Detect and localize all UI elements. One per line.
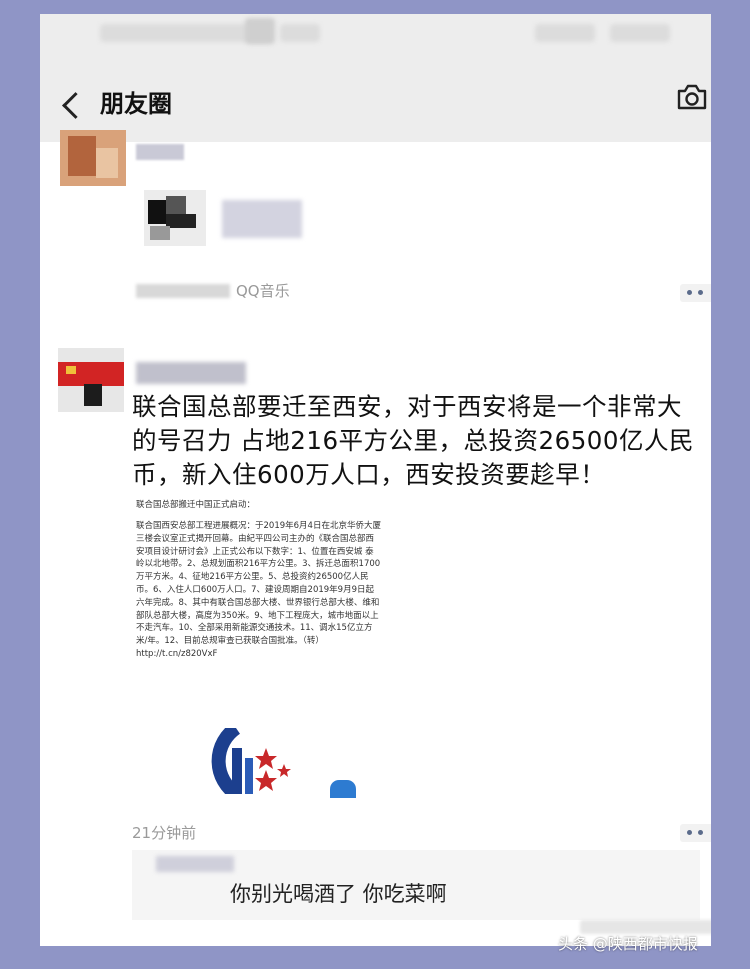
username-blurred <box>136 362 246 384</box>
post-time: 21分钟前 <box>132 824 197 842</box>
forward-badge-icon <box>330 780 356 798</box>
image-title: 联合国总部搬迁中国正式启动： <box>136 500 256 510</box>
music-card-title-blurred <box>222 200 302 238</box>
avatar[interactable] <box>58 348 124 412</box>
back-arrow-icon[interactable] <box>62 92 89 119</box>
navigation-bar: 朋友圈 <box>40 54 711 142</box>
page-title: 朋友圈 <box>100 90 172 118</box>
commenter-name-blurred <box>156 856 234 872</box>
post-time-blurred <box>136 284 230 298</box>
logo-icon <box>211 728 291 794</box>
username-blurred <box>136 144 184 160</box>
avatar[interactable] <box>60 130 126 186</box>
watermark-text: 头条 @陕西都市快报 <box>558 935 698 953</box>
more-options-button[interactable] <box>680 284 711 302</box>
status-bar <box>40 14 711 54</box>
post-text: 联合国总部要迁至西安，对于西安将是一个非常大的号召力 占地216平方公里，总投资… <box>132 392 694 489</box>
watermark-faint <box>580 920 711 934</box>
music-card-thumbnail[interactable] <box>144 190 206 246</box>
post-source[interactable]: QQ音乐 <box>236 280 290 301</box>
camera-icon[interactable] <box>675 82 709 112</box>
image-body-text: 联合国西安总部工程进展概况：于2019年6月4日在北京华侨大厦三楼会议室正式揭开… <box>136 521 381 659</box>
more-options-button[interactable] <box>680 824 711 842</box>
post-image[interactable]: 联合国总部搬迁中国正式启动： 联合国西安总部工程进展概况：于2019年6月4日在… <box>136 498 386 794</box>
phone-screen: 朋友圈 QQ音乐 联合国总部要迁至西安，对于西安将是一个非常大的号召力 占地21… <box>40 14 711 946</box>
comment-text: 你别光喝酒了 你吃菜啊 <box>230 882 447 906</box>
